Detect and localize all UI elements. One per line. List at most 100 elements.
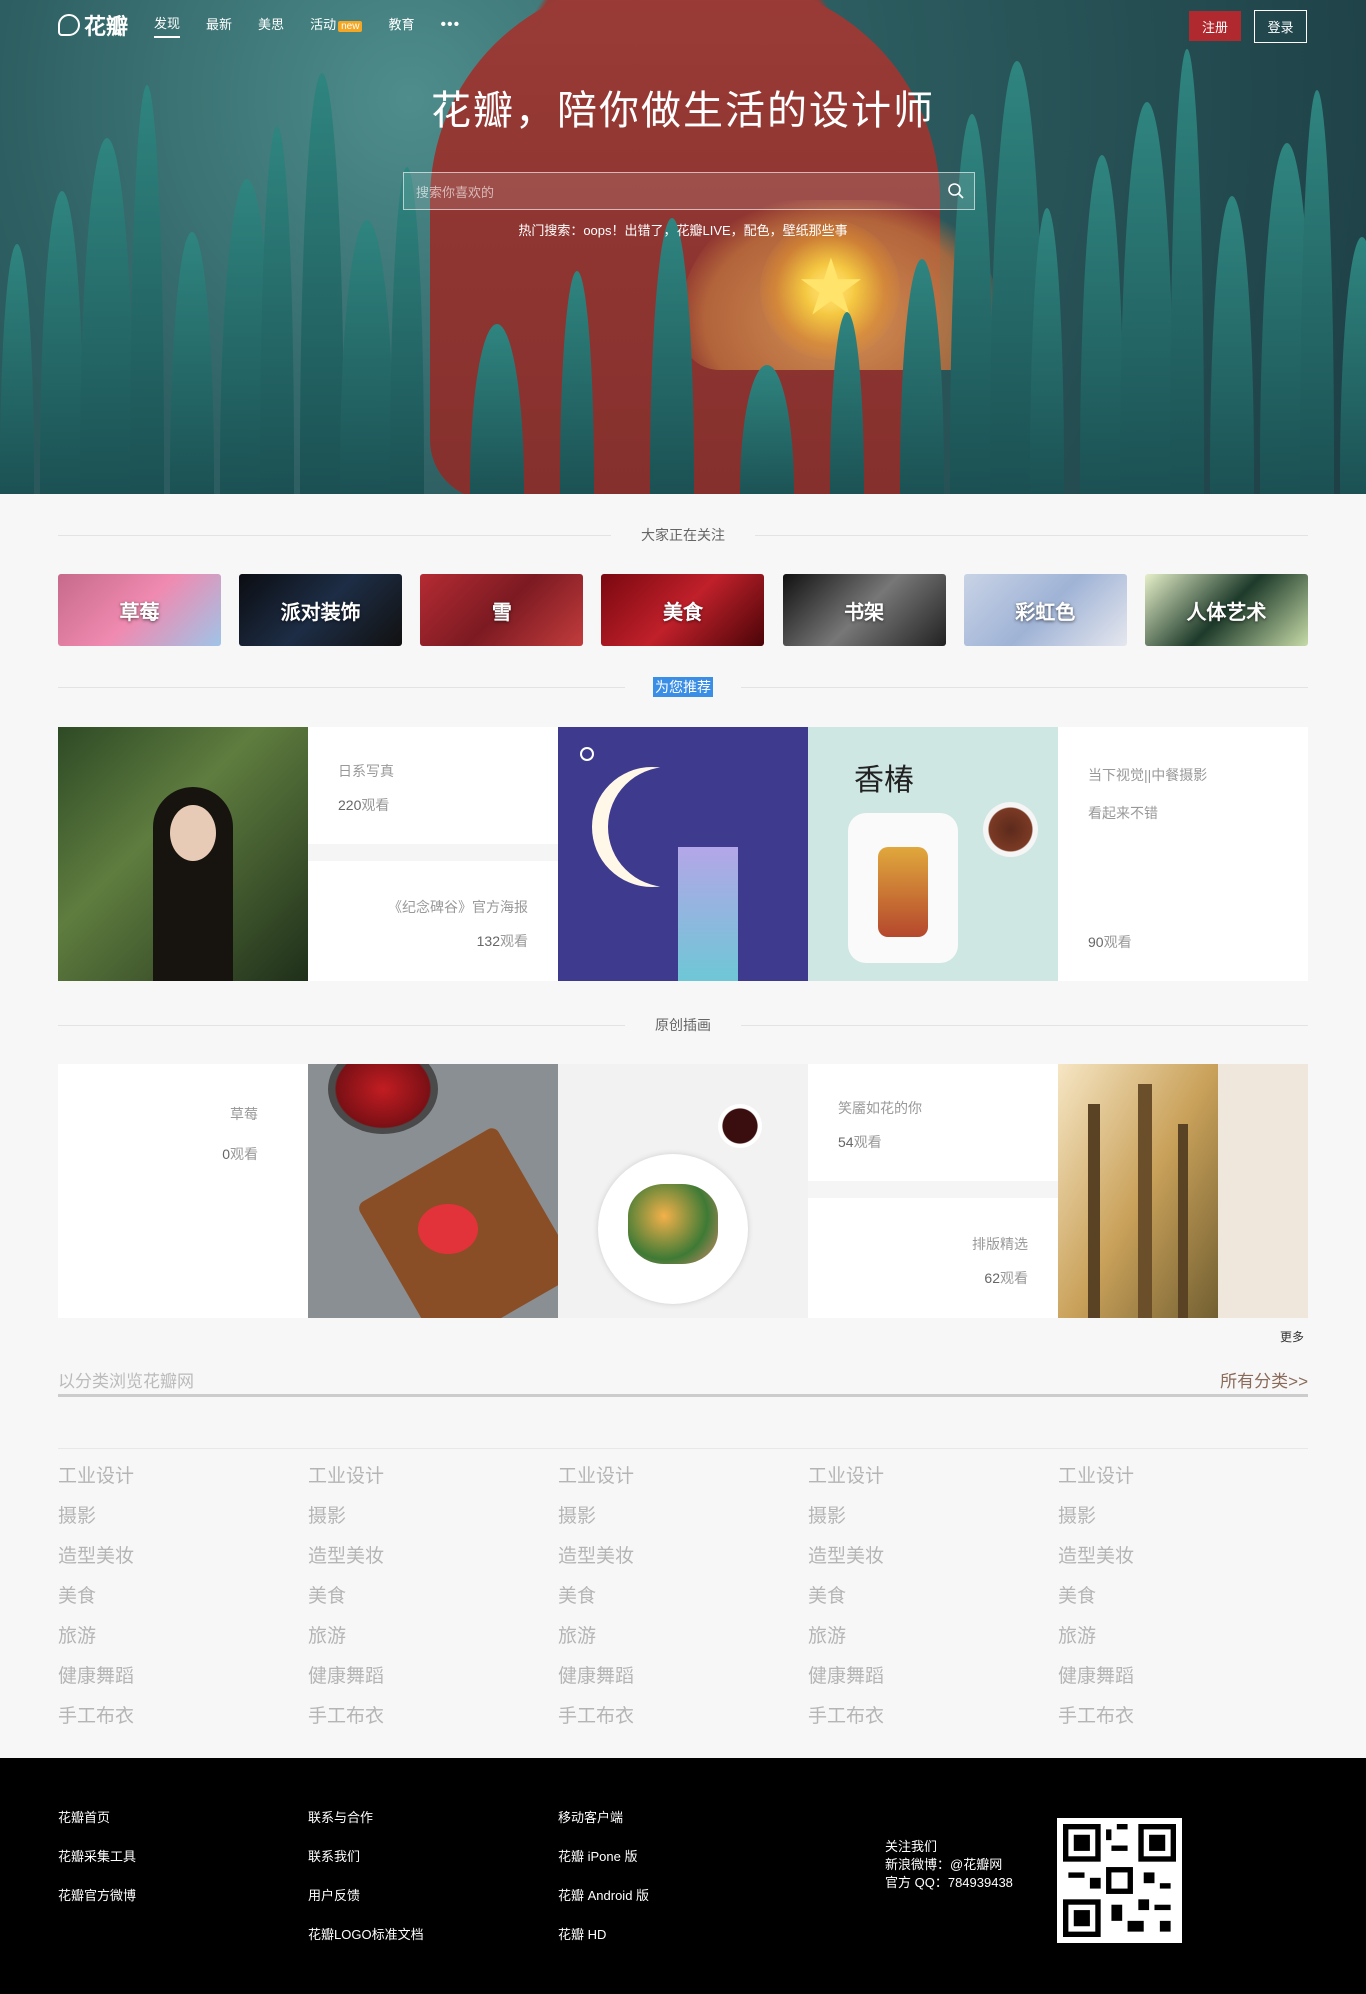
nav-link-activity[interactable]: 活动 new (310, 14, 363, 37)
category-link[interactable]: 健康舞蹈 (1058, 1662, 1308, 1702)
category-link[interactable]: 美食 (558, 1582, 808, 1622)
category-link[interactable]: 旅游 (1058, 1622, 1308, 1662)
category-link[interactable]: 摄影 (558, 1502, 808, 1542)
category-link[interactable]: 旅游 (558, 1622, 808, 1662)
footer-link[interactable]: 花瓣 Android 版 (558, 1886, 649, 1925)
category-link[interactable]: 摄影 (808, 1502, 1058, 1542)
category-link[interactable]: 工业设计 (558, 1462, 808, 1502)
footer-link[interactable]: 花瓣首页 (58, 1808, 136, 1847)
footer-link[interactable]: 花瓣 iPone 版 (558, 1847, 649, 1886)
category-link[interactable]: 健康舞蹈 (58, 1662, 308, 1702)
nav-link-education[interactable]: 教育 (388, 14, 414, 37)
hot-search[interactable]: 热门搜索：oops！出错了，花瓣LIVE，配色，壁纸那些事 (0, 220, 1366, 239)
tag-card[interactable]: 彩虹色 (963, 574, 1127, 646)
weibo-link[interactable]: 新浪微博：@花瓣网 (885, 1856, 1013, 1874)
views-count: 0 (222, 1146, 230, 1162)
views-unit: 观看 (500, 933, 528, 949)
more-link[interactable]: 更多 (1280, 1328, 1304, 1345)
category-link[interactable]: 健康舞蹈 (808, 1662, 1058, 1702)
search-box[interactable]: 搜索你喜欢的 (403, 172, 975, 210)
category-link[interactable]: 摄影 (58, 1502, 308, 1542)
footer-link[interactable]: 用户反馈 (308, 1886, 424, 1925)
tag-card[interactable]: 美食 (601, 574, 765, 646)
food-brand: 香椿 (854, 763, 914, 798)
photo-card-strawberry[interactable] (308, 1064, 558, 1318)
category-link[interactable]: 手工布衣 (808, 1702, 1058, 1742)
footer-link[interactable]: 花瓣LOGO标准文档 (308, 1925, 424, 1964)
tag-card[interactable]: 人体艺术 (1144, 574, 1308, 646)
search-input[interactable]: 搜索你喜欢的 (404, 182, 938, 201)
photo-card-food[interactable]: 香椿 (808, 727, 1058, 981)
category-link[interactable]: 工业设计 (1058, 1462, 1308, 1502)
photo-card-girl[interactable] (58, 727, 308, 981)
photo-card-breakfast[interactable] (558, 1064, 808, 1318)
info-card-monument[interactable]: 《纪念碑谷》官方海报 132观看 (308, 861, 558, 981)
page: ★ 花瓣 发现 最新 美思 活动 new 教育 ••• 注册 登录 花瓣，陪你做生… (0, 0, 1366, 1994)
more-icon[interactable]: ••• (440, 16, 460, 34)
category-link[interactable]: 摄影 (1058, 1502, 1308, 1542)
info-card-strawberry[interactable]: 草莓 0观看 (58, 1064, 308, 1318)
category-link[interactable]: 手工布衣 (58, 1702, 308, 1742)
logo[interactable]: 花瓣 (58, 9, 128, 41)
tag-label: 人体艺术 (1186, 601, 1267, 624)
poster-panel (1218, 1064, 1308, 1318)
category-link[interactable]: 健康舞蹈 (308, 1662, 558, 1702)
tag-card[interactable]: 派对装饰 (239, 574, 403, 646)
tag-card[interactable]: 草莓 (58, 574, 221, 646)
tag-card[interactable]: 雪 (420, 574, 584, 646)
info-card-recommend-split: 日系写真 220观看 《纪念碑谷》官方海报 132观看 (308, 727, 558, 981)
info-card-rijie[interactable]: 日系写真 220观看 (308, 727, 558, 844)
footer-link[interactable]: 花瓣官方微博 (58, 1886, 136, 1925)
category-link[interactable]: 美食 (808, 1582, 1058, 1622)
category-link[interactable]: 旅游 (808, 1622, 1058, 1662)
footer-link[interactable]: 花瓣采集工具 (58, 1847, 136, 1886)
category-link[interactable]: 工业设计 (808, 1462, 1058, 1502)
register-button[interactable]: 注册 (1189, 11, 1241, 41)
search-icon[interactable] (938, 173, 974, 209)
category-link[interactable]: 手工布衣 (1058, 1702, 1308, 1742)
category-link[interactable]: 造型美妆 (58, 1542, 308, 1582)
footer-link[interactable]: 联系我们 (308, 1847, 424, 1886)
login-button[interactable]: 登录 (1254, 10, 1307, 43)
category-link[interactable]: 旅游 (58, 1622, 308, 1662)
nav-link-discover[interactable]: 发现 (154, 13, 181, 38)
category-column: 工业设计 摄影 造型美妆 美食 旅游 健康舞蹈 手工布衣 (558, 1462, 808, 1742)
views-unit: 观看 (853, 1134, 882, 1150)
footer-link[interactable]: 花瓣 HD (558, 1925, 649, 1964)
category-link[interactable]: 造型美妆 (308, 1542, 558, 1582)
info-card-smile[interactable]: 笑靥如花的你 54观看 (808, 1064, 1058, 1181)
poster-card-forest[interactable] (1058, 1064, 1308, 1318)
leaf-shape (1340, 237, 1366, 494)
leaf-shape (950, 114, 994, 494)
all-categories-link[interactable]: 所有分类>> (1220, 1367, 1308, 1392)
card-views: 90观看 (1088, 932, 1132, 952)
category-link[interactable]: 健康舞蹈 (558, 1662, 808, 1702)
tag-card[interactable]: 书架 (782, 574, 946, 646)
tag-label: 美食 (662, 601, 703, 624)
category-link[interactable]: 美食 (58, 1582, 308, 1622)
category-link[interactable]: 旅游 (308, 1622, 558, 1662)
category-link[interactable]: 工业设计 (308, 1462, 558, 1502)
nav-link-latest[interactable]: 最新 (206, 14, 232, 37)
category-link[interactable]: 造型美妆 (558, 1542, 808, 1582)
category-link[interactable]: 造型美妆 (1058, 1542, 1308, 1582)
info-card-chinese-food[interactable]: 当下视觉||中餐摄影 看起来不错 90观看 (1058, 727, 1308, 981)
recommend-grid: 日系写真 220观看 《纪念碑谷》官方海报 132观看 香椿 当下视觉||中餐摄… (58, 727, 1308, 981)
category-link[interactable]: 美食 (308, 1582, 558, 1622)
divider (741, 686, 1308, 688)
tag-label: 派对装饰 (280, 601, 361, 624)
card-title: 《纪念碑谷》官方海报 (388, 899, 528, 915)
footer-link[interactable]: 联系与合作 (308, 1808, 424, 1847)
info-card-typography[interactable]: 排版精选 62观看 (808, 1198, 1058, 1318)
poster-card-monument-valley[interactable] (558, 727, 808, 981)
footer-link[interactable]: 移动客户端 (558, 1808, 649, 1847)
category-link[interactable]: 美食 (1058, 1582, 1308, 1622)
card-views: 132观看 (477, 931, 528, 951)
category-link[interactable]: 手工布衣 (308, 1702, 558, 1742)
category-link[interactable]: 手工布衣 (558, 1702, 808, 1742)
category-link[interactable]: 工业设计 (58, 1462, 308, 1502)
leaf-shape (1080, 155, 1124, 494)
category-link[interactable]: 摄影 (308, 1502, 558, 1542)
nav-link-meisi[interactable]: 美思 (258, 14, 284, 37)
category-link[interactable]: 造型美妆 (808, 1542, 1058, 1582)
